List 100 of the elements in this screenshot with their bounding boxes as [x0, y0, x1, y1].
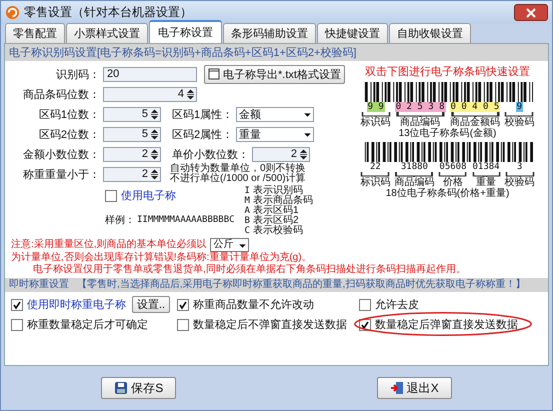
bracket-icon — [360, 172, 390, 177]
legend-key: A — [244, 206, 250, 216]
tab[interactable]: 小票样式设置 — [66, 23, 148, 43]
legend-text: 表示识别码 — [252, 186, 303, 196]
spin-arrows-icon[interactable] — [150, 168, 159, 180]
exit-button[interactable]: 退出X — [376, 377, 452, 399]
bracket-icon — [450, 112, 500, 117]
spin-field[interactable]: 2 — [252, 146, 310, 162]
option-checkbox[interactable]: 使用即时称重电子称 — [11, 297, 126, 312]
exit-door-icon — [390, 381, 404, 395]
bracket-icon — [438, 172, 468, 177]
window-title: 零售设置（针对本台机器设置） — [24, 4, 193, 21]
field-label: 商品条码位数： — [22, 88, 100, 102]
spin-field[interactable]: 4 — [103, 86, 197, 102]
dropdown[interactable]: 金额 — [236, 106, 314, 122]
legend-key: M — [244, 196, 250, 206]
quick-setup-hint: 双击下图进行电子称条码快速设置 — [365, 65, 530, 79]
save-button[interactable]: 保存S — [101, 377, 176, 399]
barcode-digits: 9 — [516, 102, 523, 112]
spin-field[interactable]: 5 — [103, 106, 161, 122]
spin-arrows-icon[interactable] — [150, 108, 159, 120]
dropdown[interactable]: 重量 — [236, 126, 314, 142]
barcode-diagram[interactable]: 22 标识码 31880 商品编码 05608 价格 01384 重量 3 校验码 18位电子称条码(价格+重量) — [360, 142, 535, 200]
field-label: 区码2属性： — [172, 128, 234, 142]
check-icon — [360, 320, 370, 330]
barcode-digits: 9 9 — [366, 102, 385, 112]
barcode-part-label: 校验码 — [504, 177, 535, 188]
barcode-digits: 22 — [368, 162, 382, 172]
section-header: 电子称识别码设置[电子称条码=识别码+商品条码+区码1+区码2+校验码] — [5, 44, 548, 61]
spin-field[interactable]: 2 — [103, 146, 161, 162]
field-label: 区码1位数： — [38, 108, 100, 122]
bracket-icon — [504, 172, 535, 177]
barcode-digits: 01384 — [472, 162, 501, 172]
option-checkbox[interactable]: 数量稳定后不弹窗直接发送数据 — [177, 317, 347, 332]
settings-button[interactable]: 设置.. — [132, 296, 170, 313]
barcode-digits: 05608 — [438, 162, 468, 172]
export-format-button[interactable]: 电子称导出*.txt格式设置 — [204, 64, 345, 84]
field-label: 单价小数位数： — [172, 148, 249, 162]
barcode-caption: 18位电子称条码(价格+重量) — [386, 188, 510, 200]
spin-arrows-icon[interactable] — [299, 148, 308, 160]
check-icon — [12, 300, 22, 310]
tab[interactable]: 零售配置 — [5, 23, 65, 43]
spin-arrows-icon[interactable] — [150, 128, 159, 140]
bracket-icon — [394, 112, 446, 117]
barcode-digits: 3 — [516, 162, 524, 172]
bracket-icon — [504, 112, 534, 117]
barcode-part-label: 校验码 — [504, 117, 534, 128]
barcode-diagram[interactable]: 9 9 标识码 0 2 5 3 8 商品编码 0 0 4 0 5 商品金额码 9 校验码 13位电子称条码(金额) — [360, 82, 534, 140]
legend-text: 表示区码1 — [252, 206, 299, 216]
legend-text: 表示商品条码 — [252, 196, 313, 206]
legend-key: C — [244, 226, 250, 236]
note-text: 注意:采用重量区位,则商品的基本单位必须以 — [11, 239, 207, 251]
barcode-part-label: 标识码 — [360, 117, 391, 128]
unit-dropdown[interactable]: 公斤 — [210, 238, 249, 252]
barcode-digits: 0 0 4 0 5 — [450, 102, 500, 112]
hint-text: 不进行单位(/1000 or /500)计算 — [170, 174, 306, 184]
sample-code: IIMMMMMAAAAABBBBBC — [137, 215, 235, 225]
field-label: 金额小数位数： — [22, 148, 100, 162]
document-icon — [208, 68, 220, 80]
close-icon — [526, 8, 536, 18]
option-checkbox[interactable]: 允许去皮 — [359, 297, 419, 312]
barcode-part-label: 商品金额码 — [450, 117, 500, 128]
legend-key: B — [244, 216, 250, 226]
bracket-icon — [394, 172, 434, 177]
sample-label: 样例： — [105, 214, 135, 227]
option-checkbox[interactable]: 称重数量稳定后才可确定 — [11, 317, 148, 332]
spin-field[interactable]: 5 — [103, 126, 161, 142]
field-label: 识别码： — [55, 68, 100, 82]
text-field[interactable]: 20 — [103, 66, 197, 82]
use-scale-checkbox[interactable]: 使用电子称 — [105, 188, 235, 203]
option-checkbox[interactable]: 称重商品数量不允许改动 — [177, 297, 314, 312]
bracket-icon — [360, 112, 391, 117]
legend-text: 表示校验码 — [252, 226, 303, 236]
tab[interactable]: 条形码辅助设置 — [223, 23, 316, 43]
barcode-part-label: 重量 — [476, 177, 496, 188]
legend-text: 表示区码2 — [252, 216, 299, 226]
barcode-part-label: 价格 — [442, 177, 463, 188]
note-text: 为计量单位,否则会出现库存计算错误!条码称:重量计量单位为克(g)。 — [11, 252, 312, 264]
barcode-part-label: 商品编码 — [400, 117, 440, 128]
tab[interactable]: 快捷键设置 — [317, 23, 388, 43]
spin-arrows-icon[interactable] — [186, 88, 195, 100]
close-button[interactable] — [514, 4, 548, 21]
barcode-part-label: 标识码 — [360, 177, 390, 188]
app-logo-icon — [5, 5, 20, 20]
barcode-digits: 31880 — [400, 162, 429, 172]
check-icon — [178, 300, 188, 310]
field-label: 称重重量小于： — [22, 168, 100, 182]
tab[interactable]: 电子称设置 — [149, 20, 222, 43]
field-label: 区码2位数： — [38, 128, 100, 142]
spin-arrows-icon[interactable] — [150, 148, 159, 160]
section-title: 即时称重设置 — [9, 279, 69, 291]
barcode-caption: 13位电子称条码(金额) — [398, 128, 496, 140]
barcode-digits: 0 2 5 3 8 — [394, 102, 446, 112]
spin-field[interactable]: 2 — [103, 166, 161, 182]
tab[interactable]: 自助收银设置 — [389, 23, 471, 43]
field-label: 区码1属性： — [172, 108, 234, 122]
note-text: 电子称设置仅用于零售单或零售退货单,同时必须在单据右下角条码扫描处进行条码扫描再起作用。 — [32, 264, 467, 276]
bracket-icon — [472, 172, 501, 177]
section-note: 【零售时,当选择商品后,采用电子称即时称重获取商品的重量,扫码获取商品时优先获取电子称称重！】 — [77, 279, 526, 291]
barcode-part-label: 商品编码 — [394, 177, 434, 188]
